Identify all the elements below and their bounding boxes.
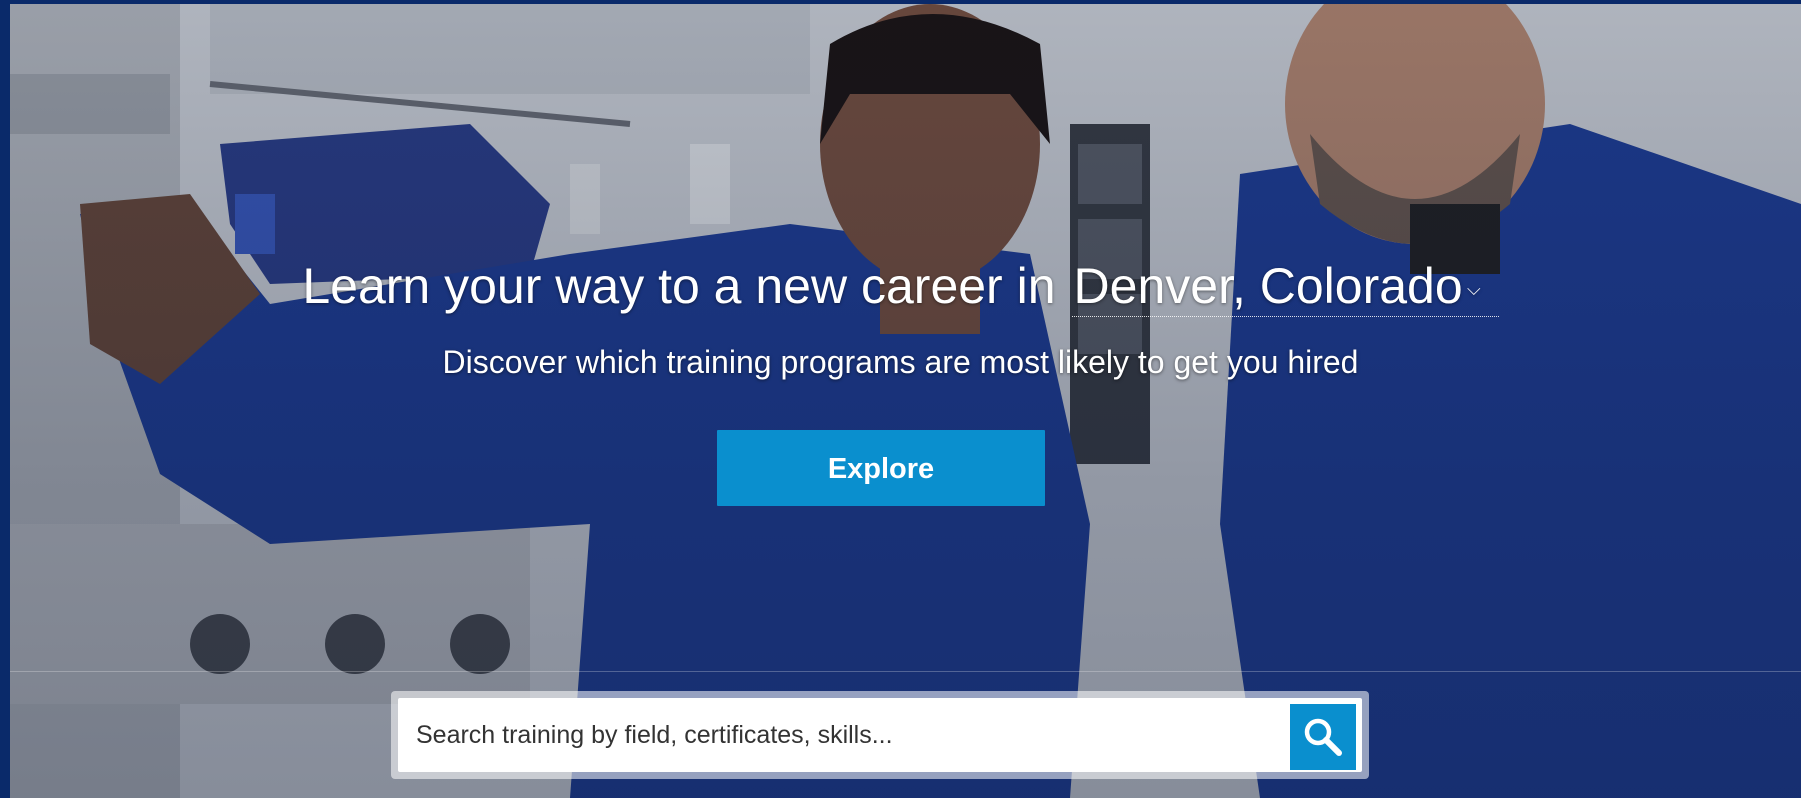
- search-box: [398, 698, 1362, 772]
- headline-lead: Learn your way to a new career in: [302, 258, 1056, 314]
- hero-section: Learn your way to a new career in Denver,…: [0, 0, 1801, 798]
- hero-headline: Learn your way to a new career in Denver,…: [0, 256, 1801, 317]
- hero-subheadline: Discover which training programs are mos…: [442, 344, 1359, 380]
- hero-overlay: [10, 4, 1801, 798]
- location-value: Denver, Colorado: [1073, 258, 1463, 314]
- page-left-edge: [0, 0, 10, 798]
- location-dropdown[interactable]: Denver, Colorado ⌵: [1071, 256, 1499, 317]
- hero-divider: [10, 671, 1801, 672]
- search-input[interactable]: [398, 698, 1284, 772]
- chevron-down-icon: ⌵: [1467, 279, 1481, 299]
- search-icon: [1301, 715, 1345, 759]
- explore-button[interactable]: Explore: [717, 430, 1045, 506]
- search-bar: [391, 691, 1369, 779]
- search-button[interactable]: [1290, 704, 1356, 770]
